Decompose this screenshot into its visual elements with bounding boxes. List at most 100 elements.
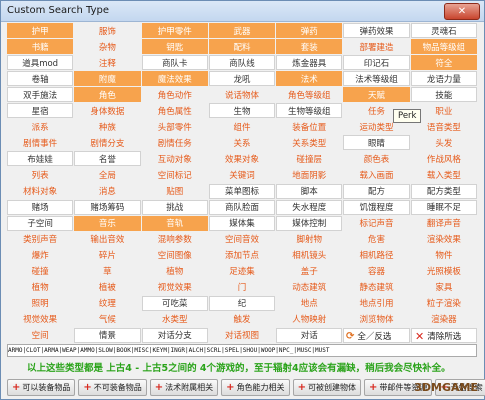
- type-option[interactable]: 混响参数: [142, 232, 208, 247]
- type-option[interactable]: 商队线: [208, 55, 276, 71]
- type-option[interactable]: 配料: [208, 39, 276, 55]
- type-option[interactable]: 脚射物: [276, 232, 342, 247]
- type-option[interactable]: 龙吼: [208, 71, 276, 87]
- type-option[interactable]: 对话视图: [209, 328, 275, 343]
- type-option[interactable]: 全局: [74, 167, 140, 182]
- type-option[interactable]: 护甲零件: [141, 23, 208, 39]
- type-option[interactable]: 角色属性: [142, 103, 208, 118]
- type-option[interactable]: 弹药效果: [343, 23, 410, 39]
- type-option[interactable]: 种族: [74, 119, 140, 134]
- type-option[interactable]: 印记石: [343, 55, 410, 71]
- type-option[interactable]: 布娃娃: [7, 151, 74, 167]
- type-option[interactable]: 粒子渲染: [411, 296, 477, 311]
- type-option[interactable]: 输出音效: [74, 232, 140, 247]
- type-option[interactable]: 添加节点: [209, 248, 275, 263]
- type-option[interactable]: 武器: [208, 23, 276, 39]
- filter-button[interactable]: + 可以装备物品: [7, 379, 76, 396]
- type-option[interactable]: 派系: [7, 119, 73, 134]
- filter-button[interactable]: + 不可装备物品: [78, 379, 147, 396]
- type-option[interactable]: 书籍: [7, 39, 74, 55]
- type-option[interactable]: 植物: [7, 280, 73, 295]
- type-option[interactable]: 剧情事件: [7, 135, 73, 150]
- type-option[interactable]: 地点引用: [343, 296, 409, 311]
- type-option[interactable]: 相机路径: [343, 248, 409, 263]
- type-option[interactable]: 头部零件: [142, 119, 208, 134]
- type-option[interactable]: 载入类型: [411, 167, 477, 182]
- type-option[interactable]: 天赋: [343, 87, 410, 103]
- type-option[interactable]: 消息: [74, 184, 140, 199]
- type-option[interactable]: 音乐: [74, 215, 141, 231]
- type-option[interactable]: 地面阴影: [276, 167, 342, 182]
- type-option[interactable]: 杂物: [74, 39, 140, 54]
- type-option[interactable]: 互动对象: [142, 151, 208, 166]
- type-option[interactable]: 照明: [7, 296, 73, 311]
- type-option[interactable]: 说话物体: [209, 87, 275, 102]
- type-option[interactable]: 套装: [276, 39, 343, 55]
- type-option[interactable]: 失水程度: [276, 199, 343, 215]
- type-option[interactable]: 物件: [411, 248, 477, 263]
- type-option[interactable]: 挑战: [141, 199, 208, 215]
- type-option[interactable]: 部署建造: [343, 39, 409, 54]
- type-option[interactable]: 动态建筑: [276, 280, 342, 295]
- type-option[interactable]: 双手施法: [7, 87, 74, 103]
- type-option[interactable]: 类别声音: [7, 232, 73, 247]
- type-option[interactable]: 标记声音: [343, 216, 409, 231]
- type-option[interactable]: 组件: [209, 119, 275, 134]
- type-option[interactable]: 对话: [276, 327, 343, 343]
- type-option[interactable]: 角色动作: [142, 87, 208, 102]
- type-option[interactable]: 附魔: [74, 71, 141, 87]
- type-option[interactable]: 关键词: [209, 167, 275, 182]
- type-option[interactable]: 情景: [74, 327, 141, 343]
- type-option[interactable]: 碎片: [74, 248, 140, 263]
- type-option[interactable]: 植被: [74, 280, 140, 295]
- type-option[interactable]: 媒体控制: [276, 215, 343, 231]
- type-option[interactable]: 静态建筑: [343, 280, 409, 295]
- type-option[interactable]: 配方: [343, 183, 410, 199]
- type-option[interactable]: 触发: [209, 312, 275, 327]
- type-option[interactable]: 注释: [74, 55, 140, 70]
- type-option[interactable]: 地点: [276, 296, 342, 311]
- type-option[interactable]: 纪: [208, 295, 276, 311]
- type-option[interactable]: 浏览物体: [343, 312, 409, 327]
- type-option[interactable]: 关系类型: [276, 135, 342, 150]
- type-option[interactable]: 装备位置: [276, 119, 342, 134]
- type-option[interactable]: 载入画面: [343, 167, 409, 182]
- type-option[interactable]: 赌场筹码: [74, 199, 141, 215]
- type-option[interactable]: 物品等级组: [410, 39, 477, 55]
- type-code-bar[interactable]: ARMO|CLOT|ARMA|WEAP|AMMO|SLOW|BOOK|MISC|…: [7, 344, 477, 357]
- type-option[interactable]: 材料对象: [7, 184, 73, 199]
- filter-button[interactable]: + 可被创建物体: [292, 379, 361, 396]
- filter-button[interactable]: + 法术附属相关: [149, 379, 219, 396]
- type-option[interactable]: 钥匙: [141, 39, 208, 55]
- type-option[interactable]: 对话分支: [141, 327, 208, 343]
- type-option[interactable]: 媒体集: [208, 215, 276, 231]
- type-option[interactable]: 视觉效果: [7, 312, 73, 327]
- type-option[interactable]: 空间音效: [209, 232, 275, 247]
- type-option[interactable]: 菜单图标: [208, 183, 276, 199]
- type-option[interactable]: 颜色表: [343, 151, 409, 166]
- type-option[interactable]: 空间图像: [142, 248, 208, 263]
- type-option[interactable]: 睡眠不足: [410, 199, 477, 215]
- type-option[interactable]: 相机镜头: [276, 248, 342, 263]
- close-button[interactable]: ✕: [444, 3, 480, 20]
- type-option[interactable]: 翻译声音: [411, 216, 477, 231]
- type-option[interactable]: 爆炸: [7, 248, 73, 263]
- type-option[interactable]: 角色等级组: [276, 87, 342, 102]
- type-option[interactable]: 符全: [410, 55, 477, 71]
- type-option[interactable]: 护甲: [7, 23, 74, 39]
- type-option[interactable]: 剧情分支: [74, 135, 140, 150]
- type-option[interactable]: 卷轴: [7, 71, 74, 87]
- type-option[interactable]: 头发: [411, 135, 477, 150]
- type-option[interactable]: 技能: [410, 87, 477, 103]
- type-option[interactable]: 炼金器具: [276, 55, 343, 71]
- type-option[interactable]: 危害: [343, 232, 409, 247]
- type-option[interactable]: 效果对象: [209, 151, 275, 166]
- type-option[interactable]: 盖子: [276, 264, 342, 279]
- type-option[interactable]: 角色: [74, 87, 141, 103]
- type-option[interactable]: 碰撞: [7, 264, 73, 279]
- type-option[interactable]: 眼睛: [343, 135, 410, 151]
- toggle-all-button[interactable]: ⟳ 全／反选: [346, 328, 391, 344]
- type-option[interactable]: 足迹集: [209, 264, 275, 279]
- clear-selection-button[interactable]: ✕ 清除所选: [415, 328, 461, 344]
- type-option[interactable]: 列表: [7, 167, 73, 182]
